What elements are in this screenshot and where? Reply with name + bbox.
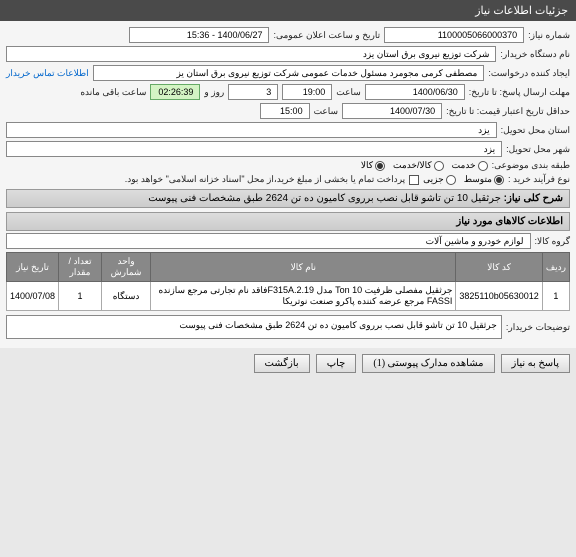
province-label: استان محل تحویل: xyxy=(501,125,570,136)
category-label: طبقه بندی موضوعی: xyxy=(492,160,570,171)
buyer-field: شرکت توزیع نیروی برق استان یزد xyxy=(6,46,496,62)
col-qty: تعداد / مقدار xyxy=(59,253,102,282)
countdown-timer: 02:26:39 xyxy=(150,84,200,100)
requester-field: مصطفی کرمی مجومرد مسئول خدمات عمومی شرکت… xyxy=(93,65,485,81)
goods-group-field: لوازم خودرو و ماشین آلات xyxy=(6,233,531,249)
page-header: جزئیات اطلاعات نیاز xyxy=(0,0,576,21)
need-desc-title: شرح کلی نیاز: جرثقیل 10 تن تاشو قابل نصب… xyxy=(6,189,570,208)
response-deadline-label: مهلت ارسال پاسخ: تا تاریخ: xyxy=(469,87,570,98)
radio-dot-icon xyxy=(478,161,488,171)
table-header-row: ردیف کد کالا نام کالا واحد شمارش تعداد /… xyxy=(7,253,570,282)
remaining-label: ساعت باقی مانده xyxy=(80,87,146,98)
need-number-field: 1100005066000370 xyxy=(384,27,524,43)
respond-button[interactable]: پاسخ به نیاز xyxy=(501,354,571,373)
radio-minor[interactable]: جزیی xyxy=(423,174,456,185)
time-label-1: ساعت xyxy=(336,87,361,98)
requester-label: ایجاد کننده درخواست: xyxy=(488,68,570,79)
price-date-field: 1400/07/30 xyxy=(342,103,442,119)
purchase-type-label: نوع فرآیند خرید : xyxy=(508,174,570,185)
attachments-button[interactable]: مشاهده مدارک پیوستی (1) xyxy=(362,354,494,373)
days-label: روز و xyxy=(204,87,224,98)
payment-note: پرداخت تمام یا بخشی از مبلغ خرید،از محل … xyxy=(125,174,405,185)
page-title: جزئیات اطلاعات نیاز xyxy=(475,5,568,17)
radio-medium[interactable]: متوسط xyxy=(464,174,504,185)
col-date: تاریخ نیاز xyxy=(7,253,59,282)
goods-group-label: گروه کالا: xyxy=(535,236,570,247)
goods-table: ردیف کد کالا نام کالا واحد شمارش تعداد /… xyxy=(6,252,570,311)
print-button[interactable]: چاپ xyxy=(316,354,357,373)
radio-dot-selected-icon xyxy=(494,175,504,185)
col-code: کد کالا xyxy=(456,253,542,282)
province-field: یزد xyxy=(6,122,497,138)
goods-info-title: اطلاعات کالاهای مورد نیاز xyxy=(6,212,570,231)
price-time-field: 15:00 xyxy=(260,103,310,119)
public-announce-label: تاریخ و ساعت اعلان عمومی: xyxy=(273,30,380,41)
button-row: پاسخ به نیاز مشاهده مدارک پیوستی (1) چاپ… xyxy=(0,348,576,379)
col-unit: واحد شمارش xyxy=(101,253,150,282)
category-radio-group: خدمت کالا/خدمت کالا xyxy=(361,160,488,171)
time-label-2: ساعت xyxy=(314,106,339,117)
buyer-notes-box: جرثقیل 10 تن تاشو قابل نصب برروی کامیون … xyxy=(6,315,502,339)
cell-date: 1400/07/08 xyxy=(7,282,59,311)
contact-link[interactable]: اطلاعات تماس خریدار xyxy=(6,68,89,79)
public-announce-field: 1400/06/27 - 15:36 xyxy=(129,27,269,43)
back-button[interactable]: بازگشت xyxy=(254,354,310,373)
col-row: ردیف xyxy=(542,253,569,282)
city-field: یزد xyxy=(6,141,502,157)
price-validity-label: حداقل تاریخ اعتبار قیمت: تا تاریخ: xyxy=(446,106,570,117)
cell-unit: دستگاه xyxy=(101,282,150,311)
radio-service[interactable]: خدمت xyxy=(452,160,488,171)
table-row[interactable]: 1 3825110b05630012 جرثقیل مفصلی ظرفیت To… xyxy=(7,282,570,311)
response-time-field: 19:00 xyxy=(282,84,332,100)
response-date-field: 1400/06/30 xyxy=(365,84,465,100)
form-area: شماره نیاز: 1100005066000370 تاریخ و ساع… xyxy=(0,21,576,348)
buyer-label: نام دستگاه خریدار: xyxy=(500,49,570,60)
radio-dot-icon xyxy=(434,161,444,171)
radio-goods[interactable]: کالا xyxy=(361,160,385,171)
days-field: 3 xyxy=(228,84,278,100)
treasury-checkbox[interactable] xyxy=(409,175,419,185)
radio-dot-icon xyxy=(446,175,456,185)
cell-idx: 1 xyxy=(542,282,569,311)
cell-name: جرثقیل مفصلی ظرفیت Ton 10 مدل F315A.2.19… xyxy=(151,282,456,311)
radio-goods-service[interactable]: کالا/خدمت xyxy=(393,160,444,171)
buyer-notes-label: توضیحات خریدار: xyxy=(506,322,570,333)
need-number-label: شماره نیاز: xyxy=(528,30,570,41)
cell-code: 3825110b05630012 xyxy=(456,282,542,311)
city-label: شهر محل تحویل: xyxy=(506,144,570,155)
col-name: نام کالا xyxy=(151,253,456,282)
cell-qty: 1 xyxy=(59,282,102,311)
radio-dot-selected-icon xyxy=(375,161,385,171)
purchase-type-radio-group: متوسط جزیی xyxy=(423,174,504,185)
